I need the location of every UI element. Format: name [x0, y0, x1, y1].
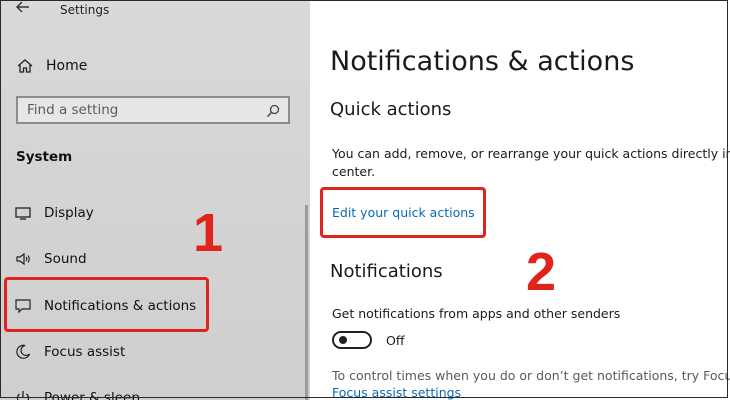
sidebar-item-power-sleep[interactable]: Power & sleep — [14, 386, 140, 400]
sidebar: Settings Home Find a setting System Disp… — [0, 0, 310, 400]
annotation-number-2: 2 — [526, 242, 557, 302]
home-link[interactable]: Home — [16, 56, 87, 76]
moon-icon — [14, 343, 32, 361]
quick-actions-description-line2: center. — [332, 164, 376, 179]
get-notifications-label: Get notifications from apps and other se… — [332, 306, 621, 321]
notifications-heading: Notifications — [330, 261, 443, 282]
home-icon — [17, 59, 33, 73]
sidebar-item-display[interactable]: Display — [14, 201, 94, 225]
home-label: Home — [46, 58, 88, 74]
annotation-box-2 — [320, 187, 486, 238]
sidebar-scrollbar[interactable] — [305, 205, 308, 400]
toggle-state-label: Off — [386, 333, 405, 348]
quick-actions-description-line1: You can add, remove, or rearrange your q… — [332, 146, 730, 161]
annotation-number-1: 1 — [193, 203, 224, 263]
sidebar-item-label: Display — [44, 205, 94, 221]
sidebar-item-label: Sound — [44, 251, 87, 267]
quick-actions-heading: Quick actions — [330, 99, 452, 120]
focus-assist-hint: To control times when you do or don’t ge… — [332, 368, 730, 383]
power-icon — [14, 389, 32, 400]
notifications-toggle[interactable] — [332, 331, 372, 349]
sidebar-item-sound[interactable]: Sound — [14, 247, 87, 271]
window-title: Settings — [60, 3, 110, 17]
back-arrow-icon[interactable] — [14, 0, 32, 16]
sidebar-item-label: Power & sleep — [44, 390, 140, 400]
search-input[interactable]: Find a setting — [16, 96, 290, 124]
focus-assist-settings-link[interactable]: Focus assist settings — [332, 385, 461, 400]
toggle-knob — [339, 336, 347, 344]
sidebar-item-focus-assist[interactable]: Focus assist — [14, 340, 125, 364]
sidebar-item-label: Focus assist — [44, 344, 126, 360]
title-bar: Settings — [0, 0, 310, 24]
search-icon — [267, 104, 280, 117]
section-title-system: System — [16, 149, 73, 165]
search-placeholder: Find a setting — [27, 102, 119, 118]
display-icon — [14, 204, 32, 222]
speaker-icon — [14, 250, 32, 268]
page-title: Notifications & actions — [330, 46, 635, 77]
annotation-box-1 — [4, 277, 209, 332]
